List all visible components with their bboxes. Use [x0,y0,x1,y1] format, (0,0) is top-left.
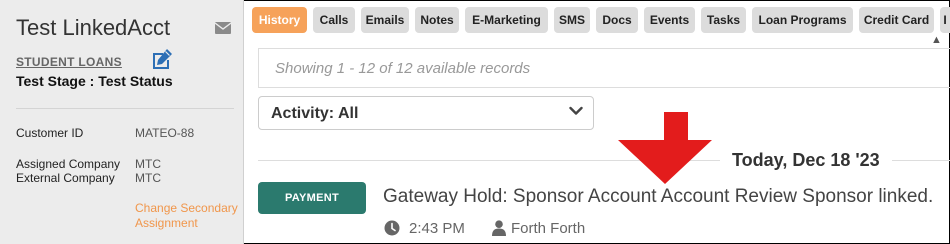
activity-user: Forth Forth [511,220,586,237]
tab-history[interactable]: History [252,7,307,33]
external-company-label: External Company [16,171,115,185]
tab-emails[interactable]: Emails [361,7,409,33]
change-assignment-line1: Change Secondary [135,201,238,215]
activity-type-badge[interactable]: PAYMENT [258,182,366,214]
change-assignment-link[interactable]: Change Secondary Assignment [135,201,238,231]
tab-credit-card[interactable]: Credit Card [859,7,934,33]
tab-loan-programs[interactable]: Loan Programs [752,7,853,33]
change-assignment-line2: Assignment [135,216,198,230]
assigned-company-value: MTC [135,157,161,171]
tab-sms[interactable]: SMS [554,7,590,33]
tab-e-marketing[interactable]: E-Marketing [465,7,548,33]
mail-icon[interactable] [215,22,231,34]
edit-icon[interactable] [150,48,174,70]
account-sidebar: Test LinkedAcct STUDENT LOANS Test Stage… [0,0,244,244]
clock-icon [384,220,400,236]
customer-id-value: MATEO-88 [135,126,195,140]
chevron-down-icon [569,106,583,115]
assigned-company-label: Assigned Company [16,157,121,171]
activity-title[interactable]: Gateway Hold: Sponsor Account Account Re… [383,186,933,208]
stage-status: Test Stage : Test Status [16,73,173,89]
scroll-up-arrow[interactable]: ▲ [931,34,942,46]
tab-events[interactable]: Events [644,7,695,33]
tab-notes[interactable]: Notes [415,7,459,33]
customer-id-label: Customer ID [16,126,84,140]
account-name: Test LinkedAcct [16,15,171,40]
tab-calls[interactable]: Calls [313,7,355,33]
sidebar-divider [16,108,234,109]
activity-filter-value: Activity: All [271,105,359,122]
external-company-value: MTC [135,171,161,185]
records-summary: Showing 1 - 12 of 12 available records [275,60,531,77]
activity-filter-select[interactable]: Activity: All [258,96,594,130]
tab-overflow[interactable]: I [940,7,950,33]
activity-time: 2:43 PM [409,220,465,237]
user-icon [492,220,506,236]
loan-type-link[interactable]: STUDENT LOANS [16,55,122,69]
records-summary-bar: Showing 1 - 12 of 12 available records [258,48,950,88]
annotation-arrow-icon [618,112,712,184]
date-heading: Today, Dec 18 '23 [720,150,892,171]
tab-tasks[interactable]: Tasks [701,7,746,33]
tab-docs[interactable]: Docs [596,7,638,33]
